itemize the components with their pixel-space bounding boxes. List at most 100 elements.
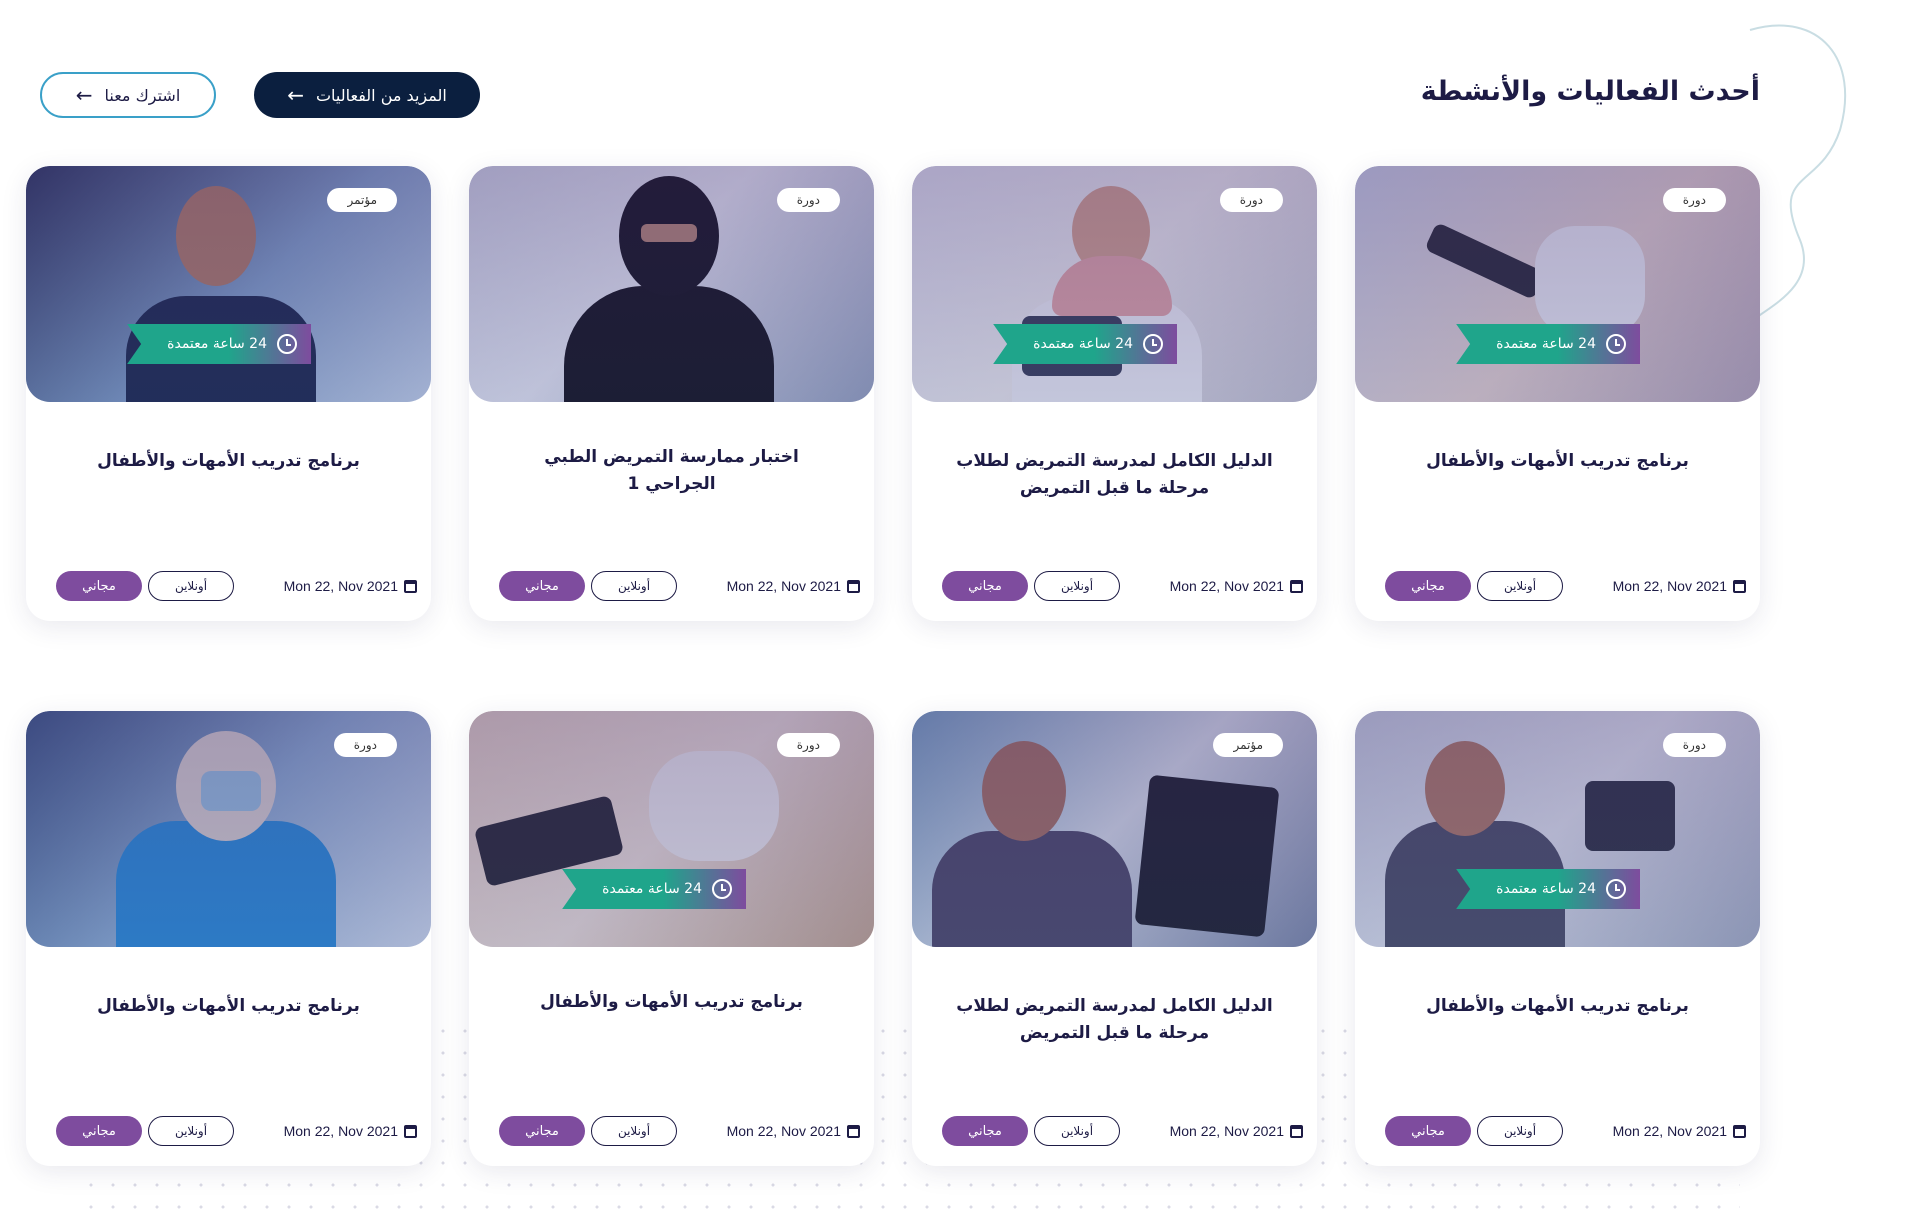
credit-hours-label: 24 ساعة معتمدة [1496, 881, 1596, 897]
mode-tag: أونلاين [1034, 571, 1120, 601]
event-date: Mon 22, Nov 2021 [727, 1123, 860, 1139]
mode-tag: أونلاين [1034, 1116, 1120, 1146]
event-date-text: Mon 22, Nov 2021 [726, 578, 841, 594]
event-card[interactable]: دورة اختبار ممارسة التمريض الطبي الجراحي… [469, 166, 874, 621]
calendar-icon [847, 1124, 860, 1138]
event-card[interactable]: مؤتمر الدليل الكامل لمدرسة التمريض لطلاب… [912, 711, 1317, 1166]
event-date-text: Mon 22, Nov 2021 [1169, 578, 1284, 594]
section-header: اشترك معنا ← المزيد من الفعاليات ← أحدث … [40, 72, 1760, 122]
mode-tag: أونلاين [148, 571, 234, 601]
event-title[interactable]: برنامج تدريب الأمهات والأطفال [509, 989, 834, 1016]
event-type-badge: دورة [333, 733, 397, 757]
price-tag: مجاني [942, 571, 1028, 601]
event-card[interactable]: دورة 24 ساعة معتمدة برنامج تدريب الأمهات… [469, 711, 874, 1166]
event-date-text: Mon 22, Nov 2021 [1612, 1123, 1727, 1139]
calendar-icon [1733, 579, 1746, 593]
event-image: مؤتمر [912, 711, 1317, 947]
event-footer: مجاني أونلاين Mon 22, Nov 2021 [1385, 1115, 1746, 1147]
event-title[interactable]: برنامج تدريب الأمهات والأطفال [1395, 448, 1720, 475]
event-image: دورة 24 ساعة معتمدة [1355, 166, 1760, 402]
event-date: Mon 22, Nov 2021 [1170, 1123, 1303, 1139]
price-tag: مجاني [56, 571, 142, 601]
event-date-text: Mon 22, Nov 2021 [283, 578, 398, 594]
event-footer: مجاني أونلاين Mon 22, Nov 2021 [942, 1115, 1303, 1147]
event-title[interactable]: الدليل الكامل لمدرسة التمريض لطلاب مرحلة… [952, 448, 1277, 502]
event-image: دورة [26, 711, 431, 947]
event-title[interactable]: الدليل الكامل لمدرسة التمريض لطلاب مرحلة… [952, 993, 1277, 1047]
credit-hours-ribbon: 24 ساعة معتمدة [1456, 869, 1640, 909]
event-date: Mon 22, Nov 2021 [1613, 578, 1746, 594]
calendar-icon [1290, 579, 1303, 593]
calendar-icon [847, 579, 860, 593]
clock-icon [277, 334, 297, 354]
event-type-badge: دورة [1662, 733, 1726, 757]
calendar-icon [404, 579, 417, 593]
calendar-icon [404, 1124, 417, 1138]
event-footer: مجاني أونلاين Mon 22, Nov 2021 [56, 1115, 417, 1147]
subscribe-button[interactable]: اشترك معنا ← [40, 72, 216, 118]
event-title[interactable]: اختبار ممارسة التمريض الطبي الجراحي 1 [509, 444, 834, 498]
event-footer: مجاني أونلاين Mon 22, Nov 2021 [56, 570, 417, 602]
event-date: Mon 22, Nov 2021 [284, 1123, 417, 1139]
event-title[interactable]: برنامج تدريب الأمهات والأطفال [66, 448, 391, 475]
event-footer: مجاني أونلاين Mon 22, Nov 2021 [499, 570, 860, 602]
mode-tag: أونلاين [1477, 571, 1563, 601]
more-events-button-label: المزيد من الفعاليات [315, 85, 447, 105]
event-type-badge: مؤتمر [1213, 733, 1283, 757]
clock-icon [712, 879, 732, 899]
mode-tag: أونلاين [591, 571, 677, 601]
price-tag: مجاني [499, 571, 585, 601]
event-image: مؤتمر 24 ساعة معتمدة [26, 166, 431, 402]
event-footer: مجاني أونلاين Mon 22, Nov 2021 [942, 570, 1303, 602]
event-image: دورة 24 ساعة معتمدة [912, 166, 1317, 402]
credit-hours-label: 24 ساعة معتمدة [602, 881, 702, 897]
price-tag: مجاني [56, 1116, 142, 1146]
arrow-left-icon: ← [75, 83, 93, 107]
event-type-badge: دورة [1662, 188, 1726, 212]
price-tag: مجاني [499, 1116, 585, 1146]
event-image: دورة 24 ساعة معتمدة [1355, 711, 1760, 947]
credit-hours-label: 24 ساعة معتمدة [167, 336, 267, 352]
arrow-left-icon: ← [287, 83, 304, 107]
event-card[interactable]: دورة 24 ساعة معتمدة برنامج تدريب الأمهات… [1355, 711, 1760, 1166]
credit-hours-label: 24 ساعة معتمدة [1496, 336, 1596, 352]
mode-tag: أونلاين [1477, 1116, 1563, 1146]
price-tag: مجاني [942, 1116, 1028, 1146]
event-type-badge: دورة [776, 733, 840, 757]
event-type-badge: دورة [1219, 188, 1283, 212]
calendar-icon [1733, 1124, 1746, 1138]
event-type-badge: مؤتمر [327, 188, 397, 212]
mode-tag: أونلاين [591, 1116, 677, 1146]
event-footer: مجاني أونلاين Mon 22, Nov 2021 [1385, 570, 1746, 602]
event-date: Mon 22, Nov 2021 [1613, 1123, 1746, 1139]
event-date-text: Mon 22, Nov 2021 [726, 1123, 841, 1139]
price-tag: مجاني [1385, 1116, 1471, 1146]
event-title[interactable]: برنامج تدريب الأمهات والأطفال [66, 993, 391, 1020]
clock-icon [1606, 879, 1626, 899]
page-title: أحدث الفعاليات والأنشطة [1420, 76, 1760, 107]
event-date: Mon 22, Nov 2021 [727, 578, 860, 594]
event-date: Mon 22, Nov 2021 [284, 578, 417, 594]
event-card[interactable]: دورة 24 ساعة معتمدة الدليل الكامل لمدرسة… [912, 166, 1317, 621]
clock-icon [1606, 334, 1626, 354]
event-type-badge: دورة [776, 188, 840, 212]
event-card[interactable]: دورة برنامج تدريب الأمهات والأطفال مجاني… [26, 711, 431, 1166]
mode-tag: أونلاين [148, 1116, 234, 1146]
price-tag: مجاني [1385, 571, 1471, 601]
event-image: دورة 24 ساعة معتمدة [469, 711, 874, 947]
credit-hours-ribbon: 24 ساعة معتمدة [562, 869, 746, 909]
event-card[interactable]: دورة 24 ساعة معتمدة برنامج تدريب الأمهات… [1355, 166, 1760, 621]
subscribe-button-label: اشترك معنا [104, 85, 181, 105]
credit-hours-ribbon: 24 ساعة معتمدة [993, 324, 1177, 364]
more-events-button[interactable]: المزيد من الفعاليات ← [254, 72, 480, 118]
event-date: Mon 22, Nov 2021 [1170, 578, 1303, 594]
event-date-text: Mon 22, Nov 2021 [1169, 1123, 1284, 1139]
event-date-text: Mon 22, Nov 2021 [283, 1123, 398, 1139]
event-footer: مجاني أونلاين Mon 22, Nov 2021 [499, 1115, 860, 1147]
credit-hours-ribbon: 24 ساعة معتمدة [1456, 324, 1640, 364]
event-date-text: Mon 22, Nov 2021 [1612, 578, 1727, 594]
clock-icon [1143, 334, 1163, 354]
event-card[interactable]: مؤتمر 24 ساعة معتمدة برنامج تدريب الأمها… [26, 166, 431, 621]
event-title[interactable]: برنامج تدريب الأمهات والأطفال [1395, 993, 1720, 1020]
calendar-icon [1290, 1124, 1303, 1138]
